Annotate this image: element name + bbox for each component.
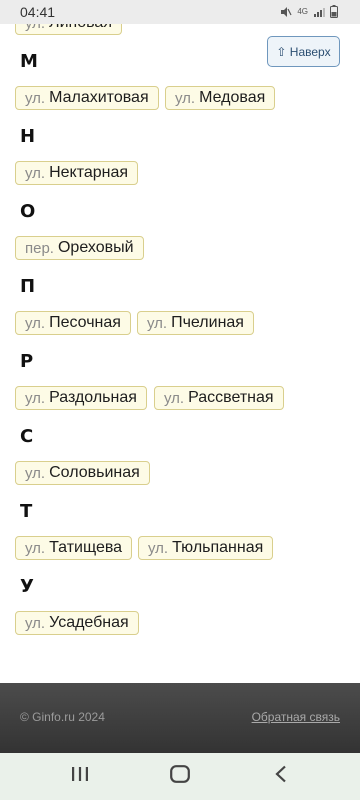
section-letter: О [20, 201, 36, 222]
street-name: Раздольная [49, 389, 137, 406]
street-tag[interactable]: ул. Усадебная [15, 611, 139, 635]
street-name: Ореховый [57, 239, 134, 256]
street-prefix: ул. [25, 164, 46, 182]
street-prefix: пер. [25, 239, 54, 257]
status-bar: 04:41 4G [0, 0, 360, 24]
street-prefix: ул. [148, 539, 169, 557]
street-name: Песочная [49, 314, 121, 331]
street-prefix: ул. [25, 539, 46, 557]
status-time: 04:41 [20, 4, 56, 20]
street-tag[interactable]: ул. Соловьиная [15, 461, 150, 485]
home-icon [170, 765, 190, 788]
scroll-to-top-button[interactable]: ⇧ Наверх [267, 36, 340, 67]
street-tag[interactable]: ул. Песочная [15, 311, 131, 335]
recents-button[interactable] [50, 753, 110, 800]
street-tag[interactable]: ул. Татищева [15, 536, 133, 560]
section-letter: Т [20, 501, 33, 522]
section-letter: П [20, 276, 36, 297]
street-name: Малахитовая [49, 89, 149, 106]
status-icons: 4G [280, 5, 338, 18]
network-label: 4G [297, 6, 308, 16]
street-tag[interactable]: ул. Рассветная [154, 386, 284, 410]
recents-icon [71, 766, 89, 787]
section-letter: М [20, 51, 38, 72]
signal-icon [313, 6, 325, 18]
street-name: Соловьиная [49, 464, 140, 481]
navigation-bar [0, 753, 360, 800]
street-prefix: ул. [175, 89, 196, 107]
street-prefix: ул. [25, 389, 46, 407]
street-name: Усадебная [49, 614, 129, 631]
street-tag[interactable]: ул. Пчелиная [137, 311, 254, 335]
street-prefix: ул. [25, 464, 46, 482]
street-index: ул. Липовая М ул. Малахитовая ул. Медова… [0, 0, 360, 683]
mute-icon [280, 6, 292, 18]
street-name: Тюльпанная [172, 539, 264, 556]
street-prefix: ул. [164, 389, 185, 407]
street-name: Татищева [49, 539, 123, 556]
street-name: Пчелиная [171, 314, 244, 331]
street-prefix: ул. [25, 314, 46, 332]
network-icon: 4G [297, 6, 308, 16]
section-letter: Н [20, 126, 36, 147]
section-letter: Р [20, 351, 34, 372]
street-name: Нектарная [49, 164, 129, 181]
battery-icon [330, 5, 338, 18]
feedback-link[interactable]: Обратная связь [252, 710, 340, 724]
street-prefix: ул. [147, 314, 168, 332]
street-tag[interactable]: ул. Малахитовая [15, 86, 159, 110]
home-button[interactable] [150, 753, 210, 800]
back-icon [274, 765, 288, 788]
street-name: Медовая [199, 89, 266, 106]
footer: © Ginfo.ru 2024 Обратная связь [0, 683, 360, 753]
back-button[interactable] [251, 753, 311, 800]
street-tag[interactable]: ул. Тюльпанная [138, 536, 274, 560]
section-letter: С [20, 426, 34, 447]
street-prefix: ул. [25, 89, 46, 107]
footer-copyright: © Ginfo.ru 2024 [20, 710, 105, 724]
street-tag[interactable]: ул. Раздольная [15, 386, 147, 410]
street-tag[interactable]: пер. Ореховый [15, 236, 144, 260]
street-prefix: ул. [25, 614, 46, 632]
section-letter: У [20, 576, 34, 597]
street-tag[interactable]: ул. Медовая [165, 86, 276, 110]
street-tag[interactable]: ул. Нектарная [15, 161, 139, 185]
street-name: Рассветная [188, 389, 274, 406]
